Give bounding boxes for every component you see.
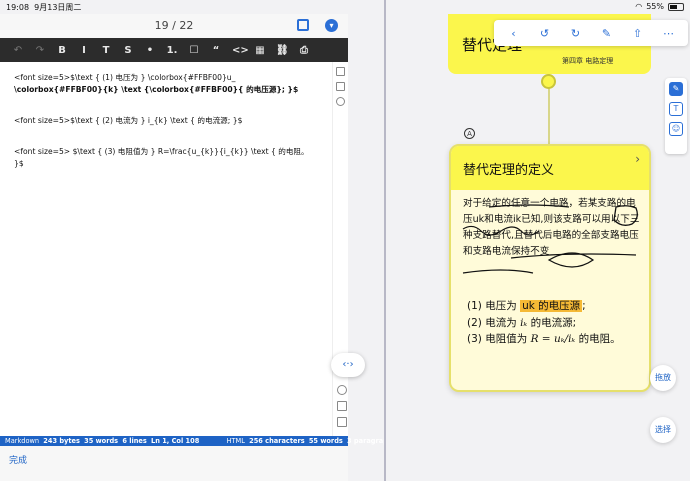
redo-icon[interactable]: ↻	[568, 27, 584, 40]
lasso-icon[interactable]: ✎	[599, 27, 615, 40]
duplicate-icon[interactable]	[297, 19, 309, 31]
heading-icon[interactable]: T	[100, 45, 112, 56]
eye-icon[interactable]	[336, 97, 345, 106]
link-icon[interactable]: ⛓	[276, 45, 289, 56]
undo-icon[interactable]: ↶	[12, 45, 24, 56]
date: 9月13日周二	[34, 3, 82, 12]
battery-icon	[668, 2, 684, 11]
markdown-editor[interactable]: <font size=5>$\text { (1) 电压为 } \colorbo…	[0, 62, 332, 436]
side-tools: ✎ T ☺	[665, 78, 687, 154]
select-button[interactable]: 选择	[650, 417, 676, 443]
list-item: (3) 电阻值为 R = uₖ/iₖ 的电阻。	[467, 333, 621, 345]
fit-screen-icon[interactable]	[337, 401, 347, 411]
definition-card[interactable]: 替代定理的定义 › 对于给定的任意一个电路，若某支路的电压uk和电流ik已知,则…	[449, 144, 651, 392]
page-bar: 19 / 22 ▾	[0, 14, 348, 38]
strikethrough-icon[interactable]: S	[122, 45, 134, 56]
bullet-list-icon[interactable]: •	[144, 45, 156, 56]
format-toolbar: ↶ ↷ B I T S • 1. ☐ “ <> ▦ ⛓ ⎙	[0, 38, 348, 62]
battery-percent: 55%	[646, 2, 664, 11]
editor-line: <font size=5> $\text { (3) 电阻值为 } R=\fra…	[14, 147, 309, 156]
mindmap-canvas[interactable]: 替代定理 第四章 电路定理 ‹ ↺ ↻ ✎ ⇧ ⋯ A 替代定理的定义 › 对于…	[386, 14, 690, 481]
editor-paragraph-3: <font size=5> $\text { (3) 电阻值为 } R=\fra…	[14, 146, 318, 170]
mid-tools	[335, 385, 349, 433]
chevron-down-icon[interactable]: ▾	[325, 19, 338, 32]
emoji-icon[interactable]: ☺	[669, 122, 683, 136]
window-icon[interactable]	[337, 417, 347, 427]
editor-line: <font size=5>$\text { (2) 电流为 } i_{k} \t…	[14, 116, 243, 125]
numbered-list-icon[interactable]: 1.	[166, 45, 178, 56]
image-icon[interactable]: ⎙	[298, 45, 310, 56]
handwriting-ink	[462, 204, 638, 274]
quote-icon[interactable]: “	[210, 45, 222, 56]
split-handle[interactable]: ‹·›	[331, 353, 365, 377]
bold-icon[interactable]: B	[56, 45, 68, 56]
undo-icon[interactable]: ↺	[537, 27, 553, 40]
done-button[interactable]: 完成	[9, 453, 27, 466]
list-item: (1) 电压为 uk 的电压源;	[467, 300, 586, 312]
done-bar: 完成	[0, 446, 348, 481]
editor-side-rail	[332, 62, 348, 436]
redo-icon[interactable]: ↷	[34, 45, 46, 56]
page-indicator: 19 / 22	[154, 19, 194, 32]
collapse-node-toggle[interactable]	[541, 74, 556, 89]
clock: 19:08	[6, 3, 30, 12]
code-icon[interactable]: <>	[232, 45, 249, 56]
card-list: (1) 电压为 uk 的电压源; (2) 电流为 iₖ 的电流源; (3) 电阻…	[467, 298, 647, 348]
italic-icon[interactable]: I	[78, 45, 90, 56]
editor-paragraph-2: <font size=5>$\text { (2) 电流为 } i_{k} \t…	[14, 115, 318, 127]
more-icon[interactable]: ⋯	[661, 27, 677, 40]
editor-status-bar: Markdown 243 bytes 35 words 6 lines Ln 1…	[0, 436, 397, 446]
root-node-subtitle: 第四章 电路定理	[562, 57, 614, 65]
editor-line: }$	[14, 159, 24, 168]
editor-panel: 19 / 22 ▾ ↶ ↷ B I T S • 1. ☐ “ <> ▦ ⛓ ⎙ …	[0, 14, 397, 481]
canvas-toolbar: ‹ ↺ ↻ ✎ ⇧ ⋯	[494, 20, 688, 46]
preview-toggle-icon[interactable]	[336, 67, 345, 76]
editor-line: \colorbox{#FFBF00}{k} \text {\colorbox{#…	[14, 85, 299, 94]
text-icon[interactable]: T	[669, 102, 683, 116]
status-bar: 19:08 9月13日周二 ◠ 55%	[0, 0, 690, 14]
table-icon[interactable]: ▦	[254, 45, 266, 56]
back-icon[interactable]: ‹	[506, 27, 522, 40]
list-item: (2) 电流为 iₖ 的电流源;	[467, 316, 577, 329]
editor-paragraph-1: <font size=5>$\text { (1) 电压为 } \colorbo…	[14, 72, 318, 96]
annotation-a-icon[interactable]: A	[464, 128, 475, 139]
pen-icon[interactable]: ✎	[669, 82, 683, 96]
share-icon[interactable]: ⇧	[630, 27, 646, 40]
drag-button[interactable]: 拖放	[650, 365, 676, 391]
checklist-icon[interactable]: ☐	[188, 45, 200, 56]
editor-line: <font size=5>$\text { (1) 电压为 } \colorbo…	[14, 73, 236, 82]
wifi-icon: ◠	[635, 2, 643, 11]
split-view-icon[interactable]	[336, 82, 345, 91]
crosshair-icon[interactable]	[337, 385, 347, 395]
screen: 19:08 9月13日周二 ◠ 55% 19 / 22 ▾ ↶ ↷ B I T …	[0, 0, 690, 481]
